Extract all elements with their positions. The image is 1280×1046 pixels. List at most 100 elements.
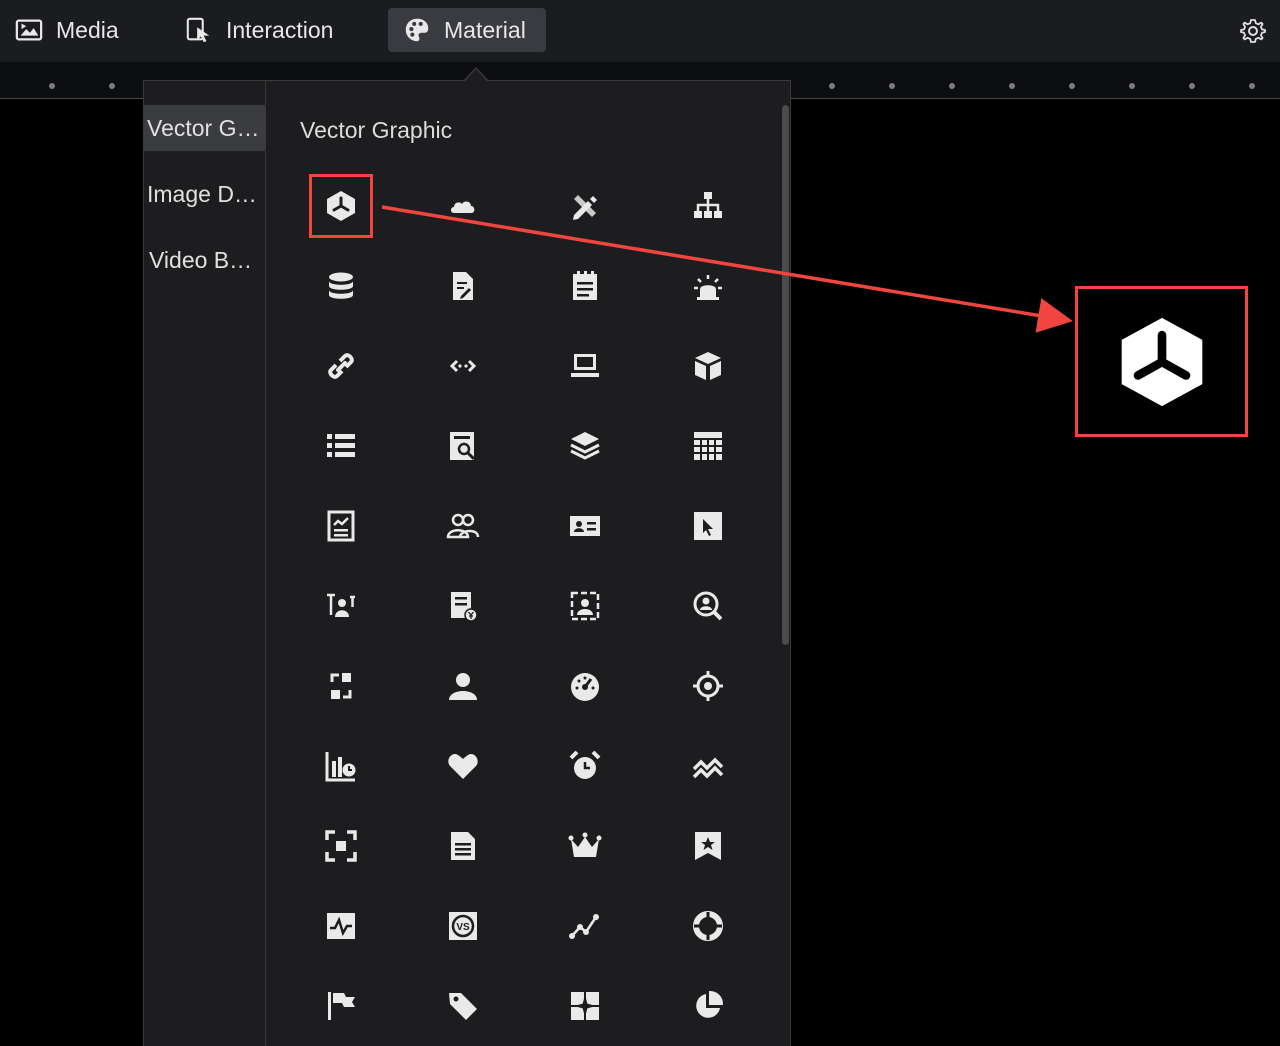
tag-tile[interactable]: [431, 974, 495, 1038]
document-search-tile[interactable]: [431, 414, 495, 478]
pointer-icon: [694, 512, 722, 540]
tab-media[interactable]: Media: [14, 8, 119, 52]
document-tile[interactable]: [431, 814, 495, 878]
gauge-tile[interactable]: [553, 654, 617, 718]
pie-chart-tile[interactable]: [676, 974, 740, 1038]
alarm-clock-icon: [569, 750, 601, 779]
crown-tile[interactable]: [553, 814, 617, 878]
cube-icon: [695, 352, 721, 380]
invoice-tile[interactable]: [431, 574, 495, 638]
heart-icon: [448, 754, 478, 779]
user-sort-tile[interactable]: [309, 574, 373, 638]
grid-icon: [694, 432, 722, 460]
line-chart-icon: [569, 914, 599, 939]
grid-tile[interactable]: [676, 414, 740, 478]
alarm-light-icon: [694, 275, 722, 300]
pencil-ruler-tile[interactable]: [553, 174, 617, 238]
trend-tile[interactable]: [676, 734, 740, 798]
list-tile[interactable]: [309, 414, 373, 478]
bar-chart-clock-icon: [325, 752, 356, 782]
tab-interaction-label: Interaction: [226, 16, 334, 43]
pointer-tile[interactable]: [676, 494, 740, 558]
focus-icon: [325, 830, 357, 862]
tab-material[interactable]: Material: [388, 8, 546, 52]
trend-icon: [692, 757, 724, 779]
line-chart-tile[interactable]: [553, 894, 617, 958]
hexagon-tile[interactable]: [309, 174, 373, 238]
flag-icon: [328, 992, 355, 1020]
id-card-icon: [570, 516, 600, 536]
users-tile[interactable]: [431, 494, 495, 558]
sync-icon: [330, 673, 352, 699]
interaction-icon: [184, 15, 214, 45]
flag-tile[interactable]: [309, 974, 373, 1038]
database-icon: [329, 272, 353, 299]
versus-tile[interactable]: VS: [431, 894, 495, 958]
user-tile[interactable]: [431, 654, 495, 718]
pie-chart-icon: [696, 990, 724, 1018]
tiles-tile[interactable]: [553, 974, 617, 1038]
bookmark-star-icon: [695, 832, 721, 860]
cube-tile[interactable]: [676, 334, 740, 398]
scrollbar[interactable]: [782, 105, 789, 645]
user-search-icon: [693, 591, 723, 621]
crown-icon: [568, 832, 602, 857]
user-search-tile[interactable]: [676, 574, 740, 638]
sitemap-icon: [694, 192, 722, 218]
lifebuoy-tile[interactable]: [676, 894, 740, 958]
link-icon: [328, 353, 354, 379]
user-icon: [449, 673, 477, 700]
user-sort-icon: [327, 593, 355, 617]
svg-text:VS: VS: [456, 922, 470, 933]
user-frame-tile[interactable]: [553, 574, 617, 638]
laptop-icon: [571, 354, 599, 377]
hexagon-icon: [327, 191, 355, 221]
category-list: Vector G… Image D… Video B…: [144, 81, 266, 1046]
notepad-tile[interactable]: [553, 254, 617, 318]
pulse-icon: [327, 913, 355, 939]
target-tile[interactable]: [676, 654, 740, 718]
cloud-tile[interactable]: [431, 174, 495, 238]
gear-icon[interactable]: [1238, 16, 1268, 46]
pencil-ruler-icon: [573, 195, 597, 220]
users-icon: [446, 513, 480, 539]
edit-document-icon: [453, 272, 473, 300]
section-title: Vector Graphic: [300, 117, 453, 143]
id-card-tile[interactable]: [553, 494, 617, 558]
layers-icon: [570, 432, 600, 460]
palette-icon: [402, 15, 432, 45]
link-tile[interactable]: [309, 334, 373, 398]
tab-media-label: Media: [56, 16, 119, 43]
gauge-icon: [571, 673, 599, 701]
user-frame-icon: [570, 591, 600, 621]
document-icon: [451, 832, 475, 860]
layers-tile[interactable]: [553, 414, 617, 478]
pulse-tile[interactable]: [309, 894, 373, 958]
tab-material-label: Material: [444, 16, 526, 43]
category-image[interactable]: Image D…: [144, 171, 265, 217]
alarm-light-tile[interactable]: [676, 254, 740, 318]
tag-icon: [449, 993, 477, 1020]
notepad-icon: [573, 271, 597, 300]
checklist-tile[interactable]: [309, 494, 373, 558]
list-icon: [327, 434, 355, 457]
focus-tile[interactable]: [309, 814, 373, 878]
lifebuoy-icon: [693, 911, 723, 941]
heart-tile[interactable]: [431, 734, 495, 798]
bar-chart-clock-tile[interactable]: [309, 734, 373, 798]
laptop-tile[interactable]: [553, 334, 617, 398]
category-vector-graphic[interactable]: Vector G…: [144, 105, 265, 151]
cloud-icon: [451, 201, 475, 213]
sitemap-tile[interactable]: [676, 174, 740, 238]
edit-document-tile[interactable]: [431, 254, 495, 318]
category-video[interactable]: Video B…: [144, 237, 265, 283]
bookmark-star-tile[interactable]: [676, 814, 740, 878]
code-arrows-icon: [449, 359, 477, 373]
tiles-icon: [571, 992, 599, 1020]
database-tile[interactable]: [309, 254, 373, 318]
alarm-clock-tile[interactable]: [553, 734, 617, 798]
tab-interaction[interactable]: Interaction: [184, 8, 333, 52]
sync-tile[interactable]: [309, 654, 373, 718]
code-arrows-tile[interactable]: [431, 334, 495, 398]
checklist-icon: [327, 510, 355, 542]
